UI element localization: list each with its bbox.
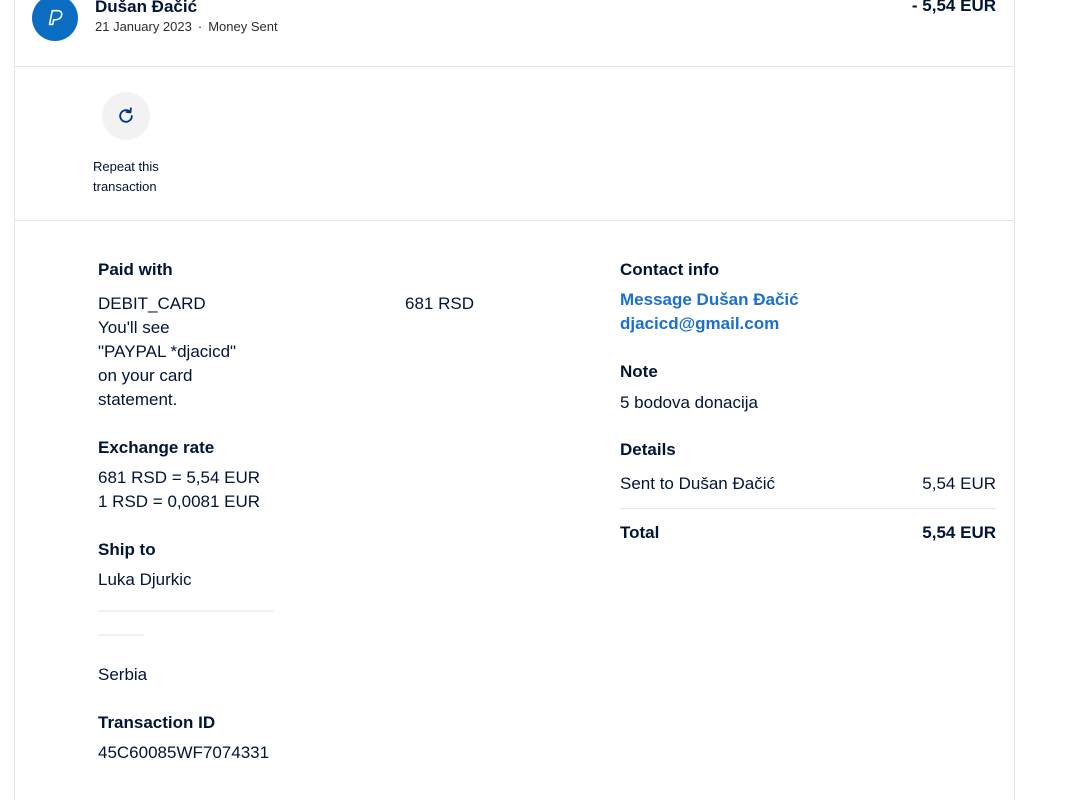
note-text: 5 bodova donacija [620,393,759,412]
meta-separator: · [197,19,203,34]
payment-method: DEBIT_CARD [98,294,206,313]
details-title: Details [620,440,676,459]
details-divider [620,508,996,509]
ship-to-name: Luka Djurkic [98,570,192,589]
total-label: Total [620,523,660,542]
paid-with-title: Paid with [98,260,173,279]
statement-line: on your card [98,366,193,385]
transaction-id: 45C60085WF7074331 [98,743,270,762]
refresh-icon [119,107,133,123]
contact-info-title: Contact info [620,260,720,279]
transaction-date: 21 January 2023 [95,19,192,34]
transaction-type: Money Sent [208,19,278,34]
note-title: Note [620,362,658,381]
exchange-rate-line: 1 RSD = 0,0081 EUR [98,492,261,511]
ship-to-country: Serbia [98,665,148,684]
redacted-address [98,610,274,612]
total-amount: 5,54 EUR [922,523,996,542]
sent-to-label: Sent to Dušan Đačić [620,474,775,493]
paypal-avatar-icon [48,9,63,26]
divider [15,66,1013,67]
transaction-amount: - 5,54 EUR [911,0,996,15]
statement-line: "PAYPAL *djacicd" [98,342,237,361]
repeat-transaction-label[interactable]: Repeat this transaction [93,157,183,197]
redacted-address [98,634,144,636]
transaction-id-title: Transaction ID [98,713,216,732]
divider [15,220,1013,221]
payment-amount: 681 RSD [405,294,474,313]
exchange-rate-line: 681 RSD = 5,54 EUR [98,468,261,487]
transaction-meta: 21 January 2023 · Money Sent [95,19,278,34]
sent-to-amount: 5,54 EUR [922,474,996,493]
repeat-transaction-button[interactable] [102,92,150,140]
ship-to-title: Ship to [98,540,156,559]
statement-line: statement. [98,390,178,409]
message-recipient-link[interactable]: Message Dušan Đačić [620,290,799,310]
exchange-rate-title: Exchange rate [98,438,215,457]
recipient-email-link[interactable]: djacicd@gmail.com [620,314,779,334]
recipient-name: Dušan Đačić [95,0,198,16]
statement-line: You'll see [98,318,170,337]
